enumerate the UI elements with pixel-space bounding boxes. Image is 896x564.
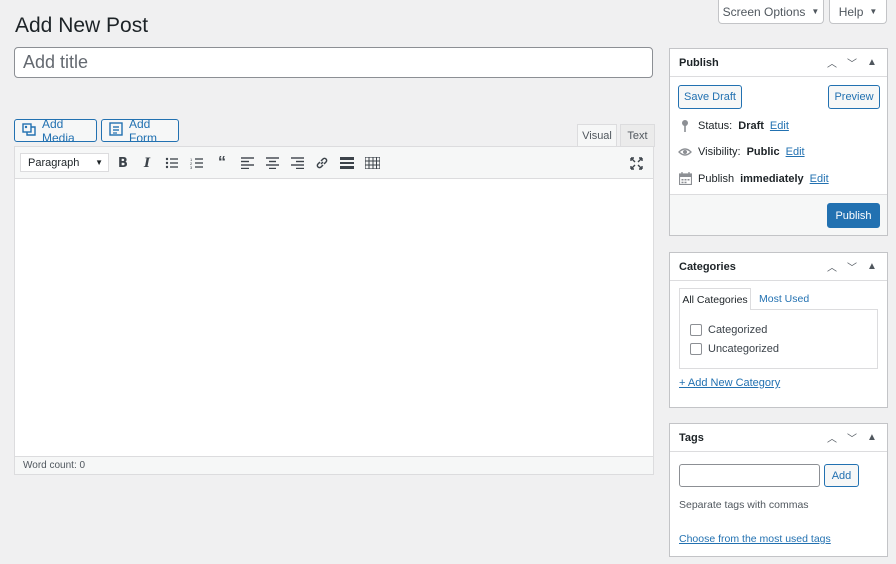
- schedule-label: Publish: [698, 172, 735, 185]
- tags-hint: Separate tags with commas: [679, 499, 809, 511]
- box-controls: ︿ ﹀ ▲: [826, 430, 878, 445]
- move-down-icon[interactable]: ﹀: [846, 430, 858, 445]
- italic-icon[interactable]: I: [138, 154, 156, 172]
- move-up-icon[interactable]: ︿: [826, 430, 838, 445]
- screen-options-label: Screen Options: [722, 4, 806, 19]
- publish-box-title: Publish: [679, 56, 719, 69]
- toolbar-toggle-icon[interactable]: [363, 154, 381, 172]
- status-label: Status:: [698, 120, 733, 132]
- read-more-icon[interactable]: [338, 154, 356, 172]
- categories-box-title: Categories: [679, 260, 736, 273]
- move-up-icon[interactable]: ︿: [826, 55, 838, 70]
- numbered-list-icon[interactable]: 123: [188, 154, 206, 172]
- tab-most-used[interactable]: Most Used: [759, 293, 809, 305]
- publish-actions: Publish: [670, 194, 887, 235]
- collapse-icon[interactable]: ▲: [866, 432, 878, 443]
- pin-icon: [678, 119, 692, 133]
- box-controls: ︿ ﹀ ▲: [826, 55, 878, 70]
- add-form-label: Add Form: [129, 116, 157, 145]
- visibility-label: Visibility:: [698, 146, 741, 158]
- tags-box: Tags ︿ ﹀ ▲ Add Separate tags with commas…: [669, 423, 888, 557]
- caret-down-icon: ▼: [869, 7, 878, 16]
- word-count: Word count: 0: [15, 456, 653, 474]
- visibility-value: Public: [746, 146, 780, 158]
- move-down-icon[interactable]: ﹀: [846, 259, 858, 274]
- bullet-list-icon[interactable]: [163, 154, 181, 172]
- collapse-icon[interactable]: ▲: [866, 261, 878, 272]
- add-new-category-link[interactable]: + Add New Category: [679, 377, 780, 389]
- form-icon: [109, 122, 123, 139]
- add-form-button[interactable]: Add Form: [101, 116, 179, 145]
- move-down-icon[interactable]: ﹀: [846, 55, 858, 70]
- link-icon[interactable]: [313, 154, 331, 172]
- format-select-value: Paragraph: [28, 156, 80, 169]
- list-item[interactable]: Categorized: [690, 324, 767, 336]
- edit-status-link[interactable]: Edit: [770, 120, 789, 132]
- choose-tags-link[interactable]: Choose from the most used tags: [679, 533, 831, 545]
- list-item[interactable]: Uncategorized: [690, 343, 779, 355]
- tag-input[interactable]: [679, 464, 820, 487]
- align-center-icon[interactable]: [263, 154, 281, 172]
- align-right-icon[interactable]: [288, 154, 306, 172]
- caret-down-icon: ▼: [811, 7, 820, 16]
- status-row: Status: Draft Edit: [678, 119, 789, 133]
- publish-box: Publish ︿ ﹀ ▲ Save Draft Preview Status:…: [669, 48, 888, 236]
- publish-button[interactable]: Publish: [827, 203, 880, 228]
- collapse-icon[interactable]: ▲: [866, 57, 878, 68]
- category-checkbox[interactable]: [690, 343, 702, 355]
- tags-box-title: Tags: [679, 431, 704, 444]
- edit-visibility-link[interactable]: Edit: [786, 146, 805, 158]
- visibility-row: Visibility: Public Edit: [678, 146, 805, 158]
- bold-icon[interactable]: B: [114, 154, 132, 172]
- categories-box-header: Categories ︿ ﹀ ▲: [670, 253, 887, 281]
- editor-toolbar: Paragraph ▼ B I 123 “: [15, 147, 653, 179]
- post-title-input[interactable]: [14, 47, 653, 78]
- eye-icon: [678, 147, 692, 157]
- tab-all-categories[interactable]: All Categories: [679, 288, 751, 310]
- tab-text[interactable]: Text: [620, 124, 655, 147]
- category-checkbox[interactable]: [690, 324, 702, 336]
- status-value: Draft: [738, 120, 764, 132]
- tags-box-header: Tags ︿ ﹀ ▲: [670, 424, 887, 452]
- category-label: Categorized: [708, 324, 768, 336]
- save-draft-button[interactable]: Save Draft: [678, 85, 742, 109]
- calendar-icon: [678, 172, 692, 185]
- add-media-label: Add Media: [42, 116, 75, 145]
- content-editor[interactable]: Paragraph ▼ B I 123 “ Word count: 0: [14, 146, 654, 475]
- preview-button[interactable]: Preview: [828, 85, 880, 109]
- edit-schedule-link[interactable]: Edit: [810, 173, 829, 185]
- format-select[interactable]: Paragraph ▼: [20, 153, 109, 172]
- schedule-value: immediately: [740, 172, 804, 185]
- fullscreen-icon[interactable]: [627, 154, 645, 172]
- blockquote-icon[interactable]: “: [213, 154, 231, 172]
- align-left-icon[interactable]: [238, 154, 256, 172]
- svg-text:3: 3: [190, 165, 193, 169]
- help-button[interactable]: Help ▼: [829, 0, 887, 24]
- categories-box: Categories ︿ ﹀ ▲ All Categories Most Use…: [669, 252, 888, 408]
- tab-visual[interactable]: Visual: [577, 124, 617, 147]
- page-title: Add New Post: [15, 14, 149, 37]
- move-up-icon[interactable]: ︿: [826, 259, 838, 274]
- schedule-row: Publish immediately Edit: [678, 172, 829, 185]
- category-list: Categorized Uncategorized: [679, 309, 878, 369]
- category-label: Uncategorized: [708, 343, 779, 355]
- media-icon: [22, 122, 36, 139]
- help-label: Help: [838, 4, 864, 19]
- add-tag-button[interactable]: Add: [824, 464, 859, 487]
- caret-down-icon: ▼: [95, 158, 103, 167]
- screen-options-button[interactable]: Screen Options ▼: [718, 0, 824, 24]
- publish-box-header: Publish ︿ ﹀ ▲: [670, 49, 887, 77]
- box-controls: ︿ ﹀ ▲: [826, 259, 878, 274]
- add-media-button[interactable]: Add Media: [14, 116, 97, 145]
